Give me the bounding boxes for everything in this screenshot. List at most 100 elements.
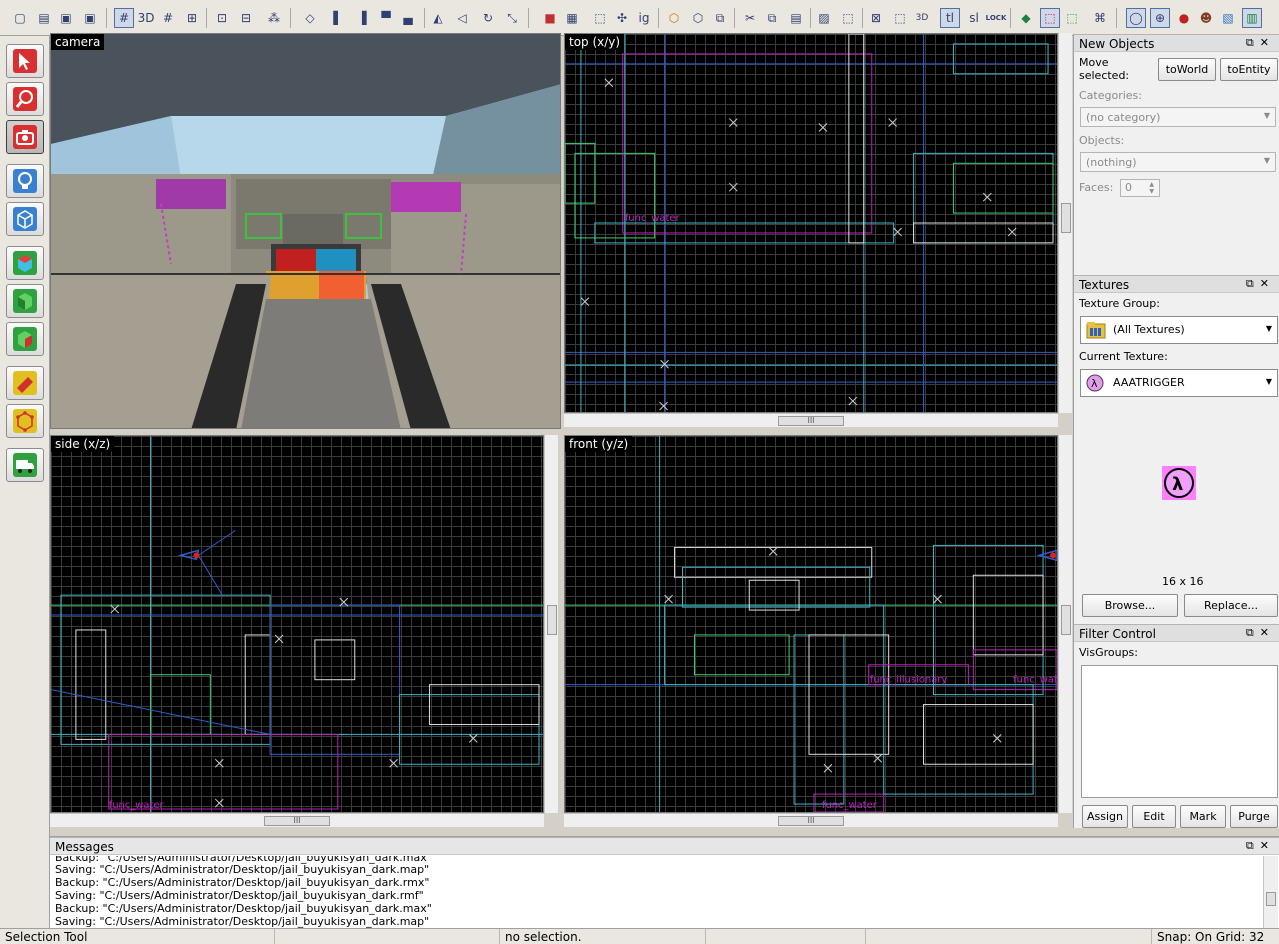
cut-icon[interactable]: ✂	[740, 8, 760, 28]
browse-button[interactable]: Browse...	[1082, 594, 1178, 617]
current-texture-select[interactable]: λ AAATRIGGER ▼	[1080, 369, 1278, 397]
panel-float-close-icons[interactable]: ⧉✕	[1246, 839, 1275, 853]
3d-grid-icon[interactable]: 3D	[136, 8, 156, 28]
decal-icon[interactable]: ⬚	[1062, 8, 1082, 28]
camera-viewport[interactable]: camera	[50, 33, 561, 429]
color-icon[interactable]: ●	[1174, 8, 1194, 28]
selection-only-icon[interactable]: ⬚	[890, 8, 910, 28]
pointer-icon	[13, 49, 37, 73]
align-right-icon[interactable]: ▐	[352, 8, 372, 28]
purge-button[interactable]: Purge	[1230, 805, 1278, 828]
front-viewport-vscroll[interactable]	[1058, 435, 1072, 813]
lock-icon[interactable]: LOCK	[986, 8, 1007, 28]
texture-application-tool-button[interactable]	[6, 246, 44, 280]
camera-shade-icon[interactable]: ◯	[1126, 8, 1146, 28]
replace-button[interactable]: Replace...	[1184, 594, 1278, 617]
hollow-icon[interactable]: ⬚	[838, 8, 858, 28]
message-line: Saving: "C:/Users/Administrator/Desktop/…	[55, 889, 424, 902]
hide-icon[interactable]: ⁂	[264, 8, 284, 28]
clip-book-icon	[13, 371, 37, 395]
apply-decals-tool-button[interactable]	[6, 284, 44, 318]
help-icon[interactable]: ⊕	[1150, 8, 1170, 28]
rotate-icon[interactable]: ↻	[478, 8, 498, 28]
align-top-icon[interactable]: ▀	[376, 8, 396, 28]
chevron-down-icon: ▼	[1263, 156, 1270, 165]
align-left-icon[interactable]: ▌	[328, 8, 348, 28]
scale-icon[interactable]: ⤡	[502, 8, 522, 28]
cube-icon[interactable]: ⧉	[710, 8, 730, 28]
toggle-texture-lock-icon[interactable]: tl	[940, 8, 960, 28]
side-viewport-hscroll[interactable]: III	[50, 813, 544, 827]
run-map-icon[interactable]: ■	[540, 8, 560, 28]
vertex-manipulation-tool-button[interactable]	[6, 404, 44, 438]
top-viewport[interactable]: func_water top (x/y)	[564, 33, 1058, 413]
spin-arrows-icon[interactable]: ▲ ▼	[1149, 181, 1154, 195]
paint-icon[interactable]: ◆	[1016, 8, 1036, 28]
to-entity-button[interactable]: toEntity	[1220, 58, 1278, 81]
path-tool-button[interactable]	[6, 448, 44, 482]
carve-icon[interactable]: ◇	[300, 8, 320, 28]
user-icon[interactable]: ☻	[1196, 8, 1216, 28]
group-icon[interactable]: ⊡	[212, 8, 232, 28]
faces-spinbox[interactable]: 0 ▲ ▼	[1120, 179, 1160, 197]
camera-3d-scene	[51, 34, 560, 428]
new-file-icon[interactable]: ▢	[10, 8, 30, 28]
grid-large-icon[interactable]: ⊞	[182, 8, 202, 28]
top-viewport-vscroll[interactable]	[1058, 33, 1072, 413]
to-world-button[interactable]: toWorld	[1158, 58, 1216, 81]
overlay-tool-button[interactable]	[6, 322, 44, 356]
carve-tool-icon[interactable]: ▨	[814, 8, 834, 28]
texture-lock-icon[interactable]: ⬡	[664, 8, 684, 28]
top-viewport-label: top (x/y)	[565, 34, 625, 50]
texture-app-icon[interactable]: ⬡	[688, 8, 708, 28]
copy-icon[interactable]: ⧉	[762, 8, 782, 28]
assign-button[interactable]: Assign	[1082, 805, 1128, 828]
save-icon[interactable]: ▣	[56, 8, 76, 28]
block-tool-button[interactable]	[6, 202, 44, 236]
grid-small-icon[interactable]: #	[158, 8, 178, 28]
messages-vscroll[interactable]	[1263, 856, 1278, 929]
messages-log[interactable]: Backup: "C:/Users/Administrator/Desktop/…	[50, 856, 1262, 929]
top-viewport-hscroll[interactable]: III	[564, 413, 1058, 427]
align-bottom-icon[interactable]: ▄	[398, 8, 418, 28]
camera-viewport-label: camera	[51, 34, 105, 50]
side-viewport[interactable]: func_water side (x/z)	[50, 435, 544, 813]
mark-button[interactable]: Mark	[1180, 805, 1226, 828]
side-viewport-vscroll[interactable]	[544, 435, 558, 813]
open-file-icon[interactable]: ▤	[34, 8, 54, 28]
paste-icon[interactable]: ▤	[786, 8, 806, 28]
ignore-groups-icon[interactable]: ✣	[612, 8, 632, 28]
magnify-tool-button[interactable]	[6, 82, 44, 116]
grid-icon[interactable]: #	[114, 8, 134, 28]
categories-select[interactable]: (no category) ▼	[1080, 107, 1276, 127]
sl-icon[interactable]: sl	[964, 8, 984, 28]
flip-v-icon[interactable]: ◁	[452, 8, 472, 28]
check-problems-icon[interactable]: ⬚	[590, 8, 610, 28]
3d-view-icon[interactable]: 3D	[912, 8, 932, 28]
front-viewport[interactable]: func_illusionary func_water func_water f…	[564, 435, 1058, 813]
texture-group-value: (All Textures)	[1113, 323, 1185, 336]
tie-to-entity-icon[interactable]: ⊠	[866, 8, 886, 28]
messages-header: Messages ⧉✕	[50, 837, 1279, 855]
panel-float-close-icons[interactable]: ⧉✕	[1246, 277, 1275, 291]
selection-tool-button[interactable]	[6, 44, 44, 78]
book-icon[interactable]: ▥	[1242, 8, 1262, 28]
entity-report-icon[interactable]: ▦	[562, 8, 582, 28]
texture-group-select[interactable]: (All Textures) ▼	[1080, 316, 1278, 344]
camera-tool-button[interactable]	[6, 120, 44, 154]
portal-icon[interactable]: ▧	[1218, 8, 1238, 28]
entity-tool-button[interactable]	[6, 164, 44, 198]
ignore-groups-text[interactable]: ig	[634, 8, 654, 28]
save-as-icon[interactable]: ▣	[80, 8, 100, 28]
texture-browser-icon[interactable]: ⬚	[1040, 8, 1060, 28]
objects-select[interactable]: (nothing) ▼	[1080, 152, 1276, 172]
ungroup-icon[interactable]: ⊟	[236, 8, 256, 28]
edit-button[interactable]: Edit	[1132, 805, 1176, 828]
model-icon[interactable]: ⌘	[1090, 8, 1110, 28]
visgroups-list[interactable]	[1081, 665, 1278, 798]
flip-h-icon[interactable]: ◭	[428, 8, 448, 28]
front-viewport-hscroll[interactable]: III	[564, 813, 1058, 827]
panel-float-close-icons[interactable]: ⧉✕	[1246, 626, 1275, 640]
clipping-tool-button[interactable]	[6, 366, 44, 400]
panel-float-close-icons[interactable]: ⧉✕	[1246, 36, 1275, 50]
